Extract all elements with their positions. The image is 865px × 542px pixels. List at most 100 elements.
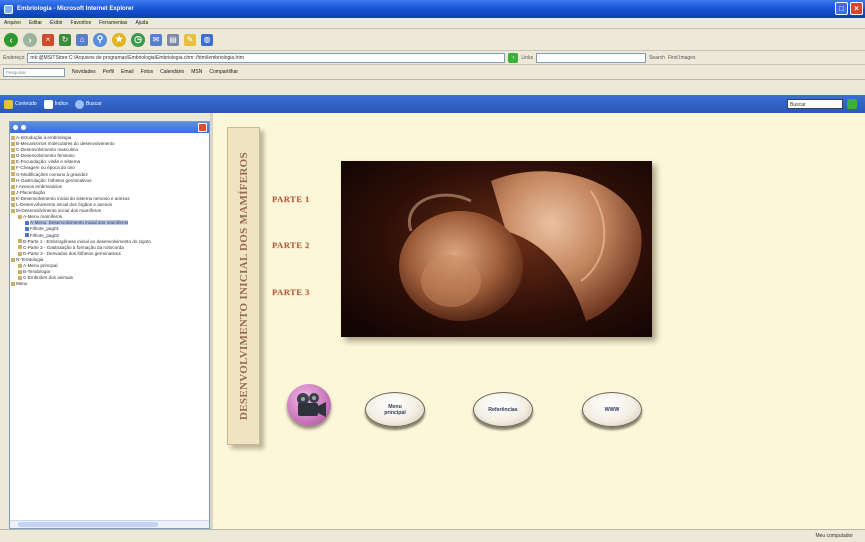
- menu-bar: Arquivo Editar Exibir Favoritos Ferramen…: [0, 18, 865, 29]
- book-icon: [11, 141, 15, 146]
- tree-item[interactable]: Menu: [11, 281, 208, 287]
- index-button[interactable]: Índice: [43, 99, 69, 109]
- home-icon[interactable]: ⌂: [76, 33, 88, 46]
- address-label: Endereço: [3, 54, 25, 61]
- referencias-button[interactable]: Referências: [473, 392, 533, 427]
- www-button[interactable]: WWW: [582, 392, 642, 427]
- edit-icon[interactable]: ✎: [184, 33, 196, 46]
- tree-item-label: B-Teratologia: [23, 269, 51, 275]
- address-bar: Endereço mk:@MSITStore:C:\Arquivos de pr…: [0, 51, 865, 65]
- horizontal-scrollbar[interactable]: [10, 520, 209, 528]
- live-search-input[interactable]: Pesquisar: [3, 67, 65, 77]
- menu-item-arquivo[interactable]: Arquivo: [4, 20, 21, 26]
- toolbar-search-input[interactable]: [536, 52, 647, 63]
- book-icon: [11, 257, 15, 262]
- search-tab-button[interactable]: Buscar: [75, 99, 102, 109]
- refresh-icon[interactable]: ↻: [59, 33, 71, 46]
- links-item-calendario[interactable]: Calendário: [160, 69, 184, 75]
- scrollbar-thumb[interactable]: [18, 522, 158, 527]
- stop-icon[interactable]: ×: [42, 33, 54, 46]
- book-icon: [11, 154, 15, 159]
- search-link[interactable]: Search: [649, 55, 665, 61]
- links-item-msn[interactable]: MSN: [191, 69, 202, 75]
- video-camera-button[interactable]: [287, 384, 331, 426]
- book-icon: [11, 184, 15, 189]
- tree-item-label: K-Desenvolvimento inicial do sistema ner…: [16, 195, 130, 201]
- contents-button[interactable]: Conteúdo: [4, 99, 37, 109]
- status-bar: Meu computador: [0, 529, 865, 542]
- links-item-fotos[interactable]: Fotos: [141, 69, 154, 75]
- pane-close-button[interactable]: [198, 123, 207, 132]
- history-icon[interactable]: ◷: [131, 32, 145, 47]
- contents-book-icon: [4, 99, 13, 109]
- search-icon[interactable]: ⚲: [93, 32, 107, 47]
- book-icon: [18, 263, 22, 268]
- index-label: Índice: [54, 101, 69, 107]
- tree-item-label: B-Mecanismos moleculares do desenvolvime…: [16, 141, 115, 147]
- parte-3-link[interactable]: PARTE 3: [272, 287, 310, 297]
- messenger-icon[interactable]: ◍: [201, 33, 213, 46]
- parte-1-link[interactable]: PARTE 1: [272, 194, 310, 204]
- book-icon: [11, 160, 15, 165]
- mail-icon[interactable]: ✉: [150, 33, 162, 46]
- links-toolbar: Pesquisar Novidades Perfil Email Fotos C…: [0, 65, 865, 80]
- find-images-link[interactable]: Find Images: [668, 55, 696, 61]
- page-icon: [25, 221, 29, 226]
- status-zone: Meu computador: [815, 533, 853, 539]
- tree-item-label: B-Parte 1 - Embriogênese inicial ao dese…: [23, 238, 151, 244]
- tree-item-label: D-Parte 3 - Derivados dos folhetos germi…: [23, 250, 121, 256]
- links-item-email[interactable]: Email: [121, 69, 134, 75]
- vertical-title-banner: DESENVOLVIMENTO INICIAL DOS MAMÍFEROS: [227, 127, 260, 445]
- book-icon: [11, 202, 15, 207]
- search-tab-icon: [75, 99, 85, 109]
- tree-item-label: E-Fecundação: visão e sistema: [16, 159, 81, 165]
- window-controls: □ ×: [835, 2, 863, 15]
- menu-item-ajuda[interactable]: Ajuda: [135, 20, 148, 26]
- print-icon[interactable]: ▤: [167, 33, 179, 46]
- links-label[interactable]: Links: [521, 55, 533, 61]
- help-search-go-button[interactable]: [847, 99, 857, 109]
- tree-item-label: C-Parte 2 - Gastrulação à formação da no…: [23, 244, 124, 250]
- menu-item-editar[interactable]: Editar: [29, 20, 42, 26]
- pane-dot-icon: [21, 125, 26, 130]
- tree-item-label: I-Anexos embrionários: [16, 183, 62, 189]
- menu-item-favoritos[interactable]: Favoritos: [71, 20, 92, 26]
- links-item-novidades[interactable]: Novidades: [72, 69, 96, 75]
- tree-item-label: M-Desenvolvimento inicial dos mamíferos: [16, 208, 102, 214]
- contents-tree: A-Introdução à embriologia B-Mecanismos m…: [10, 133, 209, 289]
- go-button[interactable]: ›: [508, 52, 519, 63]
- forward-icon[interactable]: ›: [23, 32, 37, 47]
- embryo-image: [341, 161, 652, 337]
- links-item-compartilhar[interactable]: Compartilhar: [209, 69, 238, 75]
- book-icon: [11, 190, 15, 195]
- tree-item-label: A-Menu: Desenvolvimento inicial dos mamí…: [30, 220, 129, 226]
- tree-item-label: C-Embriões dos animais: [23, 275, 74, 281]
- index-icon: [43, 99, 53, 109]
- menu-item-exibir[interactable]: Exibir: [50, 20, 63, 26]
- book-icon: [11, 135, 15, 140]
- menu-principal-label: Menu principal: [384, 403, 406, 416]
- search-tab-label: Buscar: [86, 101, 102, 107]
- favorites-star-icon[interactable]: ★: [112, 32, 126, 47]
- tree-item-label: H-Gastrulação: folhetos germinativos: [16, 177, 92, 183]
- close-button[interactable]: ×: [850, 2, 863, 15]
- maximize-button[interactable]: □: [835, 2, 848, 15]
- help-search-combo[interactable]: Buscar: [787, 99, 843, 109]
- menu-principal-button[interactable]: Menu principal: [365, 392, 425, 427]
- parte-2-link[interactable]: PARTE 2: [272, 240, 310, 250]
- toolbar-gap: [0, 80, 865, 95]
- tree-item-label: F-Clivagem ou época do ovo: [16, 165, 75, 171]
- links-item-perfil[interactable]: Perfil: [103, 69, 114, 75]
- book-icon: [18, 239, 22, 244]
- tree-item-label: Filhote_pag02: [30, 232, 60, 238]
- contents-label: Conteúdo: [15, 101, 37, 107]
- referencias-label: Referências: [488, 406, 518, 413]
- address-input[interactable]: mk:@MSITStore:C:\Arquivos de programas\E…: [27, 52, 506, 63]
- tree-item-label: A-Menu principal: [23, 262, 58, 268]
- tree-item-label: D-Desenvolvimento feminino: [16, 153, 75, 159]
- tree-item-label: N-Teratologia: [16, 256, 44, 262]
- menu-item-ferramentas[interactable]: Ferramentas: [99, 20, 127, 26]
- book-icon: [18, 245, 22, 250]
- back-icon[interactable]: ‹: [4, 32, 18, 47]
- tree-item-label: Filhote_pag01: [30, 226, 60, 232]
